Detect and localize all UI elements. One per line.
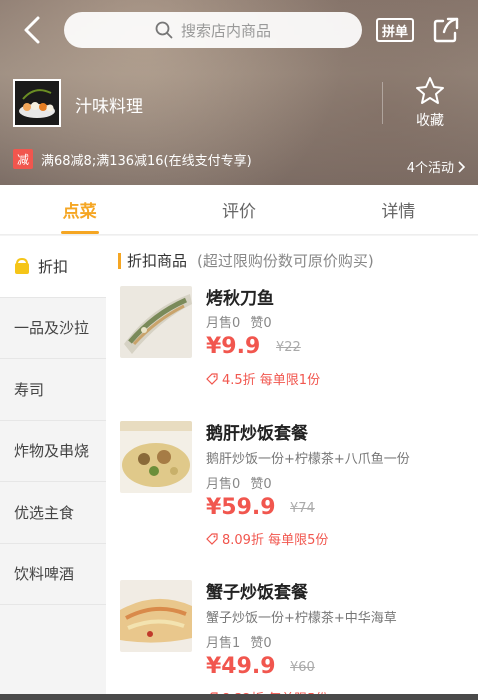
product-stats: 月售1 赞0 [206, 632, 278, 651]
bottom-bar [0, 694, 478, 700]
sidebar-item-label: 饮料啤酒 [14, 565, 75, 584]
sidebar-item-drinks[interactable]: 饮料啤酒 [0, 544, 106, 605]
shop-header: 搜索店内商品 拼单 汁味料理 收藏 减 满68减8;满136减16(在线支付专享… [0, 0, 478, 185]
original-price: ¥22 [276, 340, 301, 355]
favorite-label: 收藏 [416, 113, 444, 129]
promo-text: 满68减8;满136减16(在线支付专享) [41, 153, 252, 169]
sidebar-item-label: 一品及沙拉 [14, 319, 90, 338]
section-header: 折扣商品 (超过限购份数可原价购买) [118, 250, 374, 271]
product-desc: 蟹子炒饭一份+柠檬茶+中华海草 [206, 611, 397, 626]
section-title: 折扣商品 [127, 252, 188, 270]
sidebar-item-label: 寿司 [14, 380, 45, 399]
product-price: ¥59.9 [206, 495, 276, 520]
search-input[interactable]: 搜索店内商品 [64, 12, 362, 48]
sidebar-item-sushi[interactable]: 寿司 [0, 359, 106, 421]
product-image [120, 286, 192, 358]
sales-count: 月售0 [206, 477, 241, 492]
category-sidebar: 折扣 一品及沙拉 寿司 炸物及串烧 优选主食 饮料啤酒 [0, 236, 106, 700]
like-count: 赞0 [250, 636, 272, 651]
star-icon [416, 77, 444, 104]
tag-icon [206, 372, 218, 385]
sidebar-item-label: 炸物及串烧 [14, 442, 90, 461]
tag-icon [206, 532, 218, 545]
product-price: ¥49.9 [206, 654, 276, 679]
sidebar-item-fried[interactable]: 炸物及串烧 [0, 421, 106, 482]
sidebar-item-label: 折扣 [38, 257, 69, 276]
share-icon[interactable] [432, 16, 460, 44]
tab-reviews[interactable]: 评价 [159, 185, 318, 234]
tab-bar: 点菜 评价 详情 [0, 185, 478, 235]
back-icon[interactable] [18, 14, 50, 46]
sidebar-item-discount[interactable]: 折扣 [0, 236, 106, 298]
original-price: ¥74 [290, 501, 315, 516]
chevron-right-icon [458, 160, 466, 173]
promo-row: 减 满68减8;满136减16(在线支付专享) [13, 149, 252, 169]
group-order-button[interactable]: 拼单 [376, 18, 414, 42]
tab-menu[interactable]: 点菜 [0, 185, 159, 234]
discount-info: 8.09折 每单限5份 [206, 529, 328, 548]
product-stats: 月售0 赞0 [206, 312, 278, 331]
product-price: ¥9.9 [206, 334, 261, 359]
shop-logo [13, 79, 61, 127]
discount-info: 4.5折 每单限1份 [206, 369, 320, 388]
product-name: 蟹子炒饭套餐 [206, 583, 308, 603]
discount-tag-icon [15, 258, 29, 275]
product-desc: 鹅肝炒饭一份+柠檬茶+八爪鱼一份 [206, 452, 410, 467]
sidebar-item-staple[interactable]: 优选主食 [0, 482, 106, 544]
product-stats: 月售0 赞0 [206, 473, 278, 492]
activities-label: 4个活动 [406, 161, 454, 176]
favorite-button[interactable]: 收藏 [404, 76, 456, 130]
product-name: 鹅肝炒饭套餐 [206, 424, 308, 444]
sidebar-item-label: 优选主食 [14, 503, 75, 522]
sidebar-item-salad[interactable]: 一品及沙拉 [0, 298, 106, 359]
tab-details[interactable]: 详情 [319, 185, 478, 234]
sales-count: 月售1 [206, 636, 241, 651]
original-price: ¥60 [290, 660, 315, 675]
promo-tag: 减 [13, 149, 33, 169]
product-list: 折扣商品 (超过限购份数可原价购买) 烤秋刀鱼 月售0 赞0 ¥9.9 ¥22 [106, 236, 478, 700]
product-name: 烤秋刀鱼 [206, 289, 274, 309]
product-image [120, 580, 192, 652]
section-note: (超过限购份数可原价购买) [197, 252, 374, 270]
section-accent-bar [118, 252, 121, 269]
divider [382, 82, 383, 124]
product-image [120, 421, 192, 493]
activities-link[interactable]: 4个活动 [407, 157, 466, 176]
like-count: 赞0 [250, 477, 272, 492]
search-icon [155, 21, 173, 39]
discount-text: 8.09折 每单限5份 [222, 533, 329, 548]
discount-text: 4.5折 每单限1份 [222, 373, 321, 388]
shop-name: 汁味料理 [75, 97, 143, 117]
sales-count: 月售0 [206, 316, 241, 331]
search-placeholder: 搜索店内商品 [180, 21, 271, 40]
like-count: 赞0 [250, 316, 272, 331]
